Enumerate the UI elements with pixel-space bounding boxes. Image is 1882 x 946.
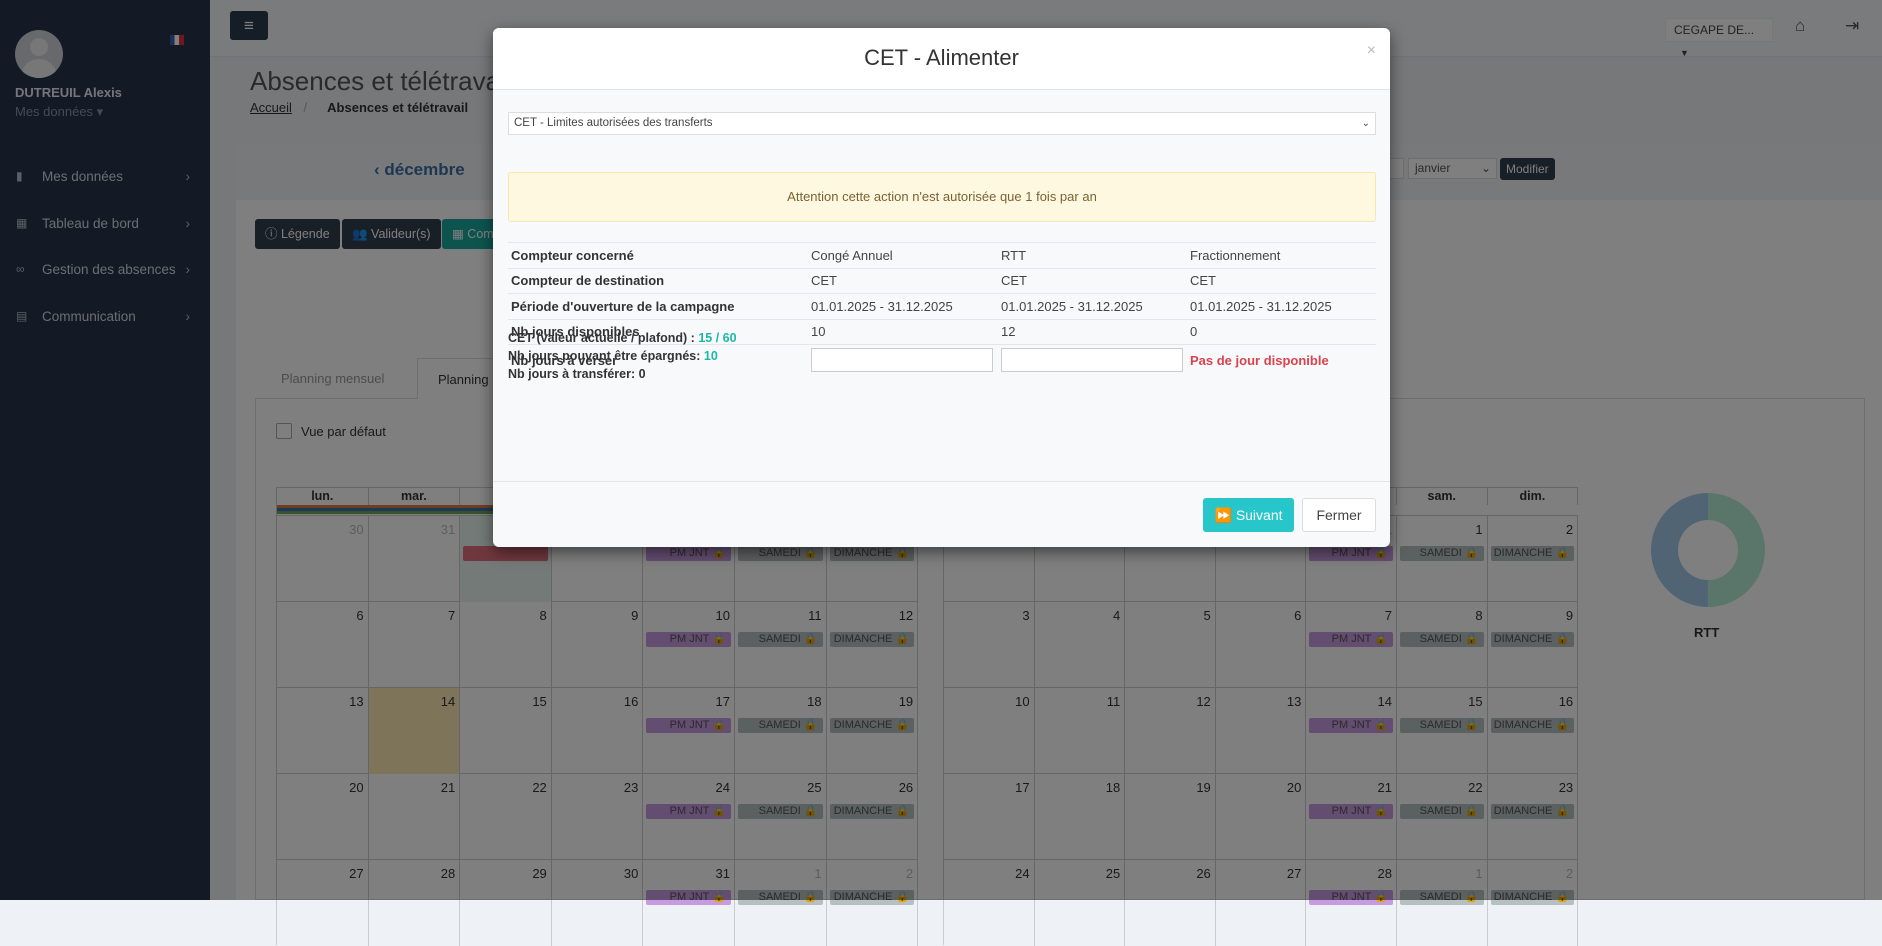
cell-value: 12 <box>998 318 1187 345</box>
close-icon[interactable]: × <box>1367 42 1376 60</box>
cell-value: 01.01.2025 - 31.12.2025 <box>808 293 998 319</box>
cet-label: CET (valeur actuelle / plafond) : <box>508 331 695 345</box>
modal-title: CET - Alimenter <box>864 45 1019 70</box>
days-to-transfer-input[interactable] <box>1001 348 1183 373</box>
cell-value: CET <box>1187 267 1376 294</box>
cet-modal: CET - Alimenter × CET - Limites autorisé… <box>493 28 1390 547</box>
cet-value: 15 / 60 <box>698 331 737 345</box>
cell-value: CET <box>998 267 1187 294</box>
savable-label: Nb jours pouvant être épargnés: <box>508 349 701 363</box>
days-input-cell <box>998 344 1187 376</box>
fast-forward-icon: ⏩ <box>1214 507 1232 523</box>
transfer-value: 0 <box>638 367 646 381</box>
days-input-cell <box>808 344 998 376</box>
cell-value: 01.01.2025 - 31.12.2025 <box>1187 293 1376 319</box>
next-button-label: Suivant <box>1235 507 1283 523</box>
modal-footer-divider <box>493 481 1390 482</box>
warning-alert: Attention cette action n'est autorisée q… <box>508 172 1376 222</box>
transfer-limits-select-value: CET - Limites autorisées des transferts <box>514 117 713 129</box>
cell-value: 01.01.2025 - 31.12.2025 <box>998 293 1187 319</box>
cell-value: Fractionnement <box>1187 242 1376 268</box>
days-to-transfer-input[interactable] <box>811 348 993 373</box>
transfer-days: Nb jours à transférer: 0 <box>508 367 646 381</box>
row-label: Compteur concerné <box>508 242 808 268</box>
transfer-limits-select[interactable]: CET - Limites autorisées des transferts ⌄ <box>508 112 1376 135</box>
savable-value: 10 <box>703 349 718 363</box>
cell-value: 0 <box>1187 318 1376 345</box>
cell-value: RTT <box>998 242 1187 268</box>
row-label: Compteur de destination <box>508 267 808 294</box>
table-row: Période d'ouverture de la campagne 01.01.… <box>508 293 1376 319</box>
transfer-label: Nb jours à transférer: <box>508 367 636 381</box>
table-row: Compteur concerné Congé Annuel RTT Fraction… <box>508 242 1376 268</box>
table-row: Compteur de destination CET CET CET <box>508 267 1376 294</box>
savable-days: Nb jours pouvant être épargnés: 10 <box>508 349 718 363</box>
cet-summary: CET (valeur actuelle / plafond) : 15 / 6… <box>508 331 737 345</box>
row-label: Période d'ouverture de la campagne <box>508 293 808 319</box>
chevron-down-icon: ⌄ <box>1361 118 1370 129</box>
cell-value: Pas de jour disponible <box>1187 344 1376 376</box>
cell-value: 10 <box>808 318 998 345</box>
cell-value: CET <box>808 267 998 294</box>
cell-value: Congé Annuel <box>808 242 998 268</box>
next-button[interactable]: ⏩ Suivant <box>1203 498 1294 532</box>
close-button[interactable]: Fermer <box>1302 498 1376 532</box>
